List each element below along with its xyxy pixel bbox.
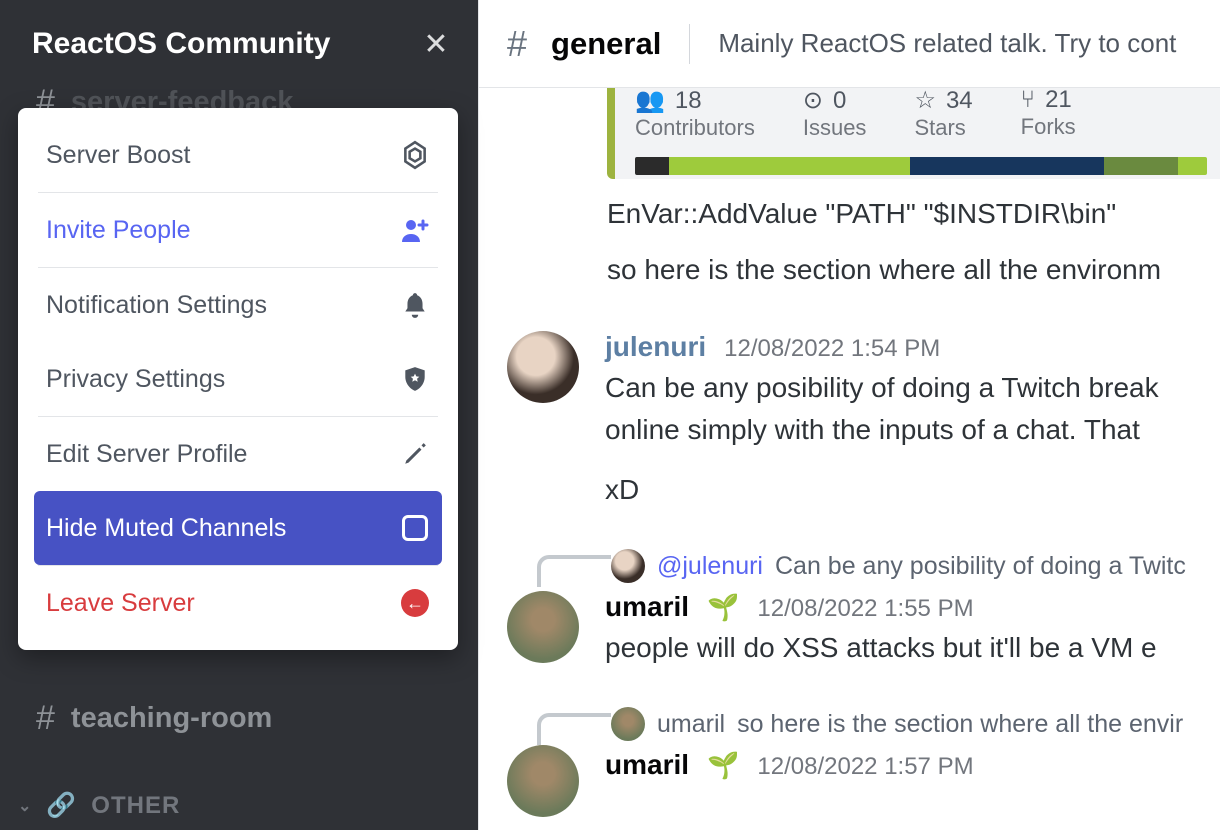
channel-item-teaching-room[interactable]: # teaching-room bbox=[0, 690, 478, 746]
reply-author[interactable]: umaril bbox=[657, 710, 725, 739]
issue-icon: ⊙ bbox=[803, 88, 823, 115]
message-text: Can be any posibility of doing a Twitch … bbox=[605, 367, 1220, 409]
bell-icon bbox=[400, 290, 430, 320]
message: umaril 🌱 12/08/2022 1:55 PM people will … bbox=[507, 591, 1220, 669]
avatar[interactable] bbox=[507, 331, 579, 403]
chevron-down-icon: ⌄ bbox=[18, 796, 32, 816]
menu-label: Hide Muted Channels bbox=[46, 514, 286, 543]
menu-privacy-settings[interactable]: Privacy Settings bbox=[34, 342, 442, 416]
message-text: so here is the section where all the env… bbox=[607, 249, 1220, 291]
sidebar: ReactOS Community ✕ # server-feedback Se… bbox=[0, 0, 478, 830]
message-list[interactable]: 👥18 Contributors ⊙0 Issues ☆34 Stars ⑂21… bbox=[479, 88, 1220, 830]
leave-icon: ← bbox=[400, 588, 430, 618]
message-text: EnVar::AddValue "PATH" "$INSTDIR\bin" bbox=[607, 193, 1220, 235]
menu-label: Privacy Settings bbox=[46, 365, 225, 394]
server-context-menu: Server Boost Invite People Notification … bbox=[18, 108, 458, 650]
lang-segment bbox=[669, 157, 909, 175]
menu-hide-muted-channels[interactable]: Hide Muted Channels bbox=[34, 491, 442, 565]
reply-indicator[interactable]: umaril so here is the section where all … bbox=[507, 703, 1220, 745]
menu-label: Invite People bbox=[46, 216, 191, 245]
divider bbox=[689, 24, 690, 64]
hash-icon: # bbox=[36, 699, 55, 738]
reply-preview: Can be any posibility of doing a Twitc bbox=[775, 552, 1186, 581]
checkbox-icon bbox=[400, 513, 430, 543]
menu-server-boost[interactable]: Server Boost bbox=[34, 118, 442, 192]
leaf-emoji-icon: 🌱 bbox=[707, 750, 739, 781]
timestamp: 12/08/2022 1:54 PM bbox=[724, 335, 940, 363]
server-name: ReactOS Community bbox=[32, 27, 330, 61]
lang-segment bbox=[1104, 157, 1178, 175]
lang-segment bbox=[1178, 157, 1207, 175]
channel-header: # general Mainly ReactOS related talk. T… bbox=[479, 0, 1220, 88]
message: umaril 🌱 12/08/2022 1:57 PM bbox=[507, 749, 1220, 817]
main-panel: # general Mainly ReactOS related talk. T… bbox=[478, 0, 1220, 830]
message-text: xD bbox=[605, 469, 1220, 511]
menu-label: Notification Settings bbox=[46, 291, 267, 320]
avatar[interactable] bbox=[507, 745, 579, 817]
author-name[interactable]: julenuri bbox=[605, 331, 706, 363]
message-text: online simply with the inputs of a chat.… bbox=[605, 409, 1220, 451]
lang-segment bbox=[910, 157, 1104, 175]
language-bar bbox=[635, 157, 1207, 175]
timestamp: 12/08/2022 1:55 PM bbox=[757, 595, 973, 623]
lang-segment bbox=[635, 157, 669, 175]
people-icon: 👥 bbox=[635, 88, 665, 115]
menu-leave-server[interactable]: Leave Server ← bbox=[34, 566, 442, 640]
author-name[interactable]: umaril bbox=[605, 591, 689, 623]
avatar[interactable] bbox=[507, 591, 579, 663]
menu-label: Server Boost bbox=[46, 141, 191, 170]
close-icon[interactable]: ✕ bbox=[422, 27, 450, 62]
message: julenuri 12/08/2022 1:54 PM Can be any p… bbox=[507, 331, 1220, 511]
leaf-emoji-icon: 🌱 bbox=[707, 592, 739, 623]
channel-label: teaching-room bbox=[71, 702, 272, 735]
menu-notification-settings[interactable]: Notification Settings bbox=[34, 268, 442, 342]
repo-embed[interactable]: 👥18 Contributors ⊙0 Issues ☆34 Stars ⑂21… bbox=[607, 88, 1220, 179]
timestamp: 12/08/2022 1:57 PM bbox=[757, 753, 973, 781]
pencil-icon bbox=[400, 439, 430, 469]
repo-stats: 👥18 Contributors ⊙0 Issues ☆34 Stars ⑂21… bbox=[635, 88, 1207, 149]
menu-edit-server-profile[interactable]: Edit Server Profile bbox=[34, 417, 442, 491]
link-icon: 🔗 bbox=[46, 791, 77, 820]
reply-preview: so here is the section where all the env… bbox=[737, 710, 1183, 739]
avatar-mini bbox=[611, 707, 645, 741]
reply-spine bbox=[537, 713, 611, 745]
stat-contributors: 👥18 Contributors bbox=[635, 88, 755, 141]
channel-name: general bbox=[551, 26, 661, 62]
hash-icon: # bbox=[507, 23, 527, 65]
stat-stars: ☆34 Stars bbox=[914, 88, 972, 141]
stat-issues: ⊙0 Issues bbox=[803, 88, 867, 141]
reply-spine bbox=[537, 555, 611, 587]
menu-invite-people[interactable]: Invite People bbox=[34, 193, 442, 267]
shield-icon bbox=[400, 364, 430, 394]
channel-topic[interactable]: Mainly ReactOS related talk. Try to cont bbox=[718, 28, 1176, 59]
add-user-icon bbox=[400, 215, 430, 245]
stat-forks: ⑂21 Forks bbox=[1021, 88, 1076, 141]
menu-label: Edit Server Profile bbox=[46, 440, 247, 469]
boost-icon bbox=[400, 140, 430, 170]
message-text: people will do XSS attacks but it'll be … bbox=[605, 627, 1220, 669]
reply-indicator[interactable]: @julenuri Can be any posibility of doing… bbox=[507, 545, 1220, 587]
fork-icon: ⑂ bbox=[1021, 88, 1035, 114]
avatar-mini bbox=[611, 549, 645, 583]
menu-label: Leave Server bbox=[46, 589, 195, 618]
mention[interactable]: @julenuri bbox=[657, 552, 763, 581]
star-icon: ☆ bbox=[914, 88, 936, 115]
author-name[interactable]: umaril bbox=[605, 749, 689, 781]
category-label: OTHER bbox=[91, 792, 180, 820]
channel-category-other[interactable]: ⌄ 🔗 OTHER bbox=[0, 791, 478, 820]
